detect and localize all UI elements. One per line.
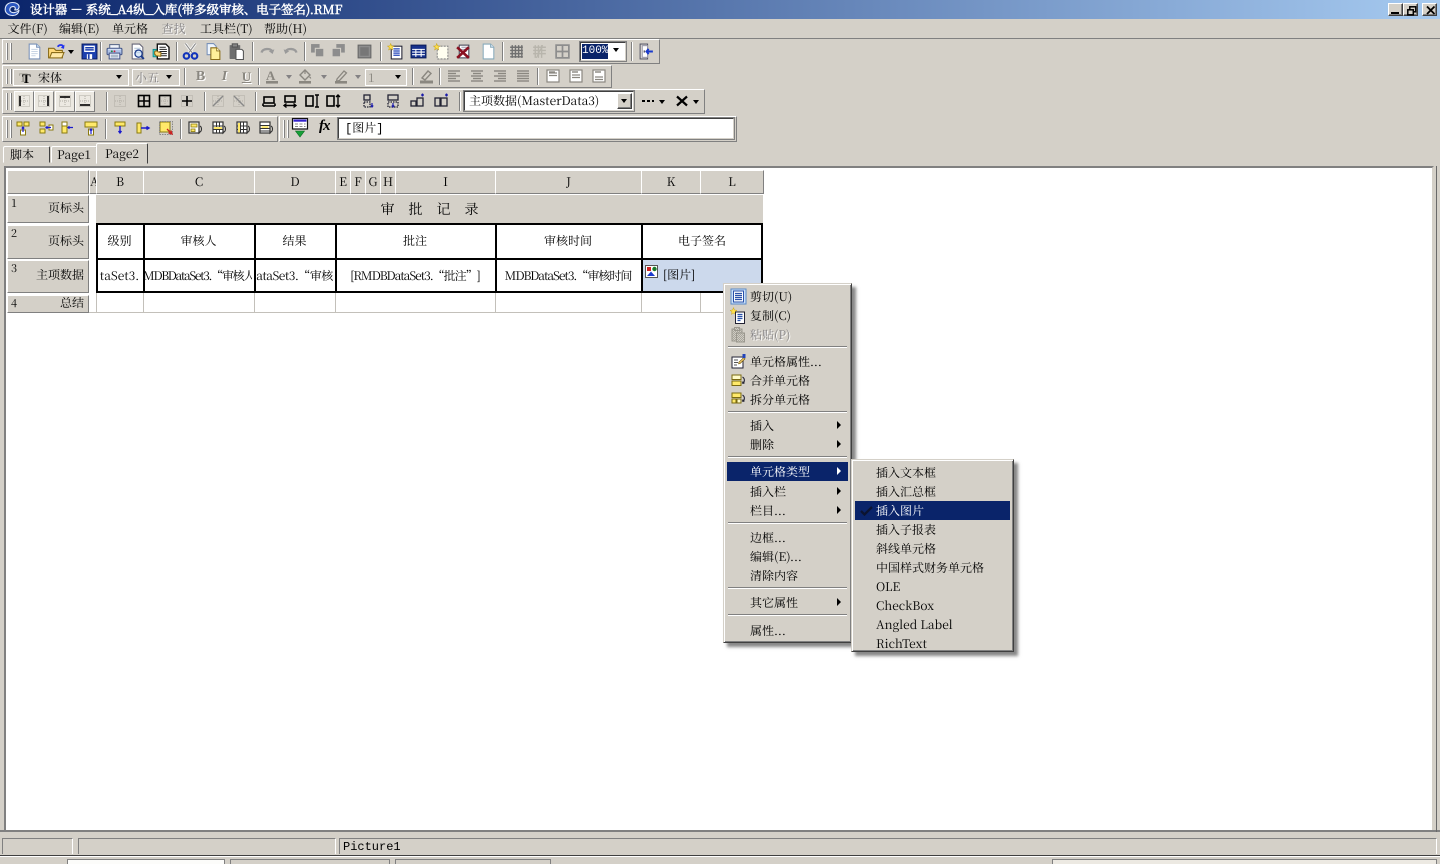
svg-text:A: A <box>266 68 276 83</box>
svg-text:T: T <box>22 71 31 84</box>
